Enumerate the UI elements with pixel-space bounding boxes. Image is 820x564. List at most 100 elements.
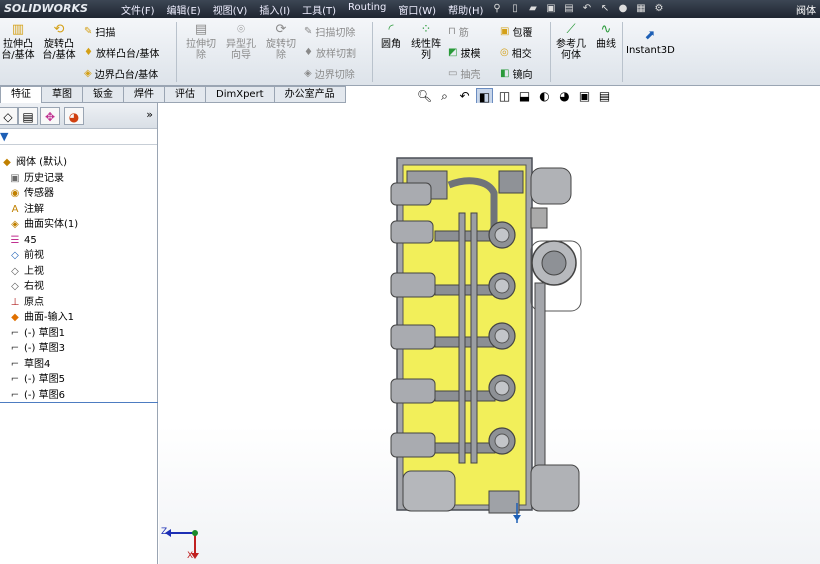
loft-cut-label: 放样切割 — [315, 49, 356, 60]
new-document-icon[interactable]: ▯ — [508, 2, 522, 16]
rebuild-icon[interactable]: ● — [616, 2, 630, 16]
zoom-to-fit-icon[interactable]: 🔍︎ — [416, 88, 433, 104]
tab-dimxpert[interactable]: DimXpert — [206, 86, 275, 103]
pin-icon[interactable]: ⚲ — [490, 2, 504, 16]
expand-panel-icon[interactable]: » — [146, 108, 153, 121]
tree-item-sensors[interactable]: ◉ 传感器 — [8, 186, 54, 201]
zoom-to-area-icon[interactable]: ⌕ — [436, 88, 453, 104]
tree-item-label: (-) 草图1 — [24, 328, 65, 339]
fillet-button[interactable]: ◜ 圆角 — [376, 22, 406, 50]
wrap-label: 包覆 — [512, 28, 533, 39]
sketch-icon: ⌐ — [10, 390, 20, 401]
apply-scene-icon[interactable]: ▣ — [576, 88, 593, 104]
hole-wizard-button[interactable]: ⌾ 异型孔向导 — [222, 22, 260, 61]
sweep-cut-label: 扫描切除 — [315, 28, 356, 39]
select-icon[interactable]: ↖ — [598, 2, 612, 16]
menu-tools[interactable]: 工具(T) — [296, 2, 342, 17]
section-view-icon[interactable]: ◧ — [476, 88, 493, 104]
tree-item-top-plane[interactable]: ◇ 上视 — [8, 264, 44, 279]
loft-boss-button[interactable]: ♦ 放样凸台/基体 — [84, 45, 159, 60]
tab-sheet-metal[interactable]: 钣金 — [83, 86, 124, 103]
title-bar: SOLIDWORKS 文件(F) 编辑(E) 视图(V) 插入(I) 工具(T)… — [0, 0, 820, 18]
options-icon[interactable]: ⚙ — [652, 2, 666, 16]
boundary-cut-icon: ◈ — [304, 68, 312, 79]
tab-weldments[interactable]: 焊件 — [124, 86, 165, 103]
tree-item-label: 传感器 — [24, 188, 54, 199]
tab-evaluate[interactable]: 评估 — [165, 86, 206, 103]
open-icon[interactable]: ▰ — [526, 2, 540, 16]
tab-office-products[interactable]: 办公室产品 — [274, 86, 346, 103]
tree-item-sketch6[interactable]: ⌐ (-) 草图6 — [8, 388, 65, 403]
shell-button[interactable]: ▭ 抽壳 — [448, 66, 480, 81]
display-style-icon[interactable]: ⬓ — [516, 88, 533, 104]
triad-z-label: Z — [161, 527, 168, 537]
tree-item-right-plane[interactable]: ◇ 右视 — [8, 279, 44, 294]
menu-help[interactable]: 帮助(H) — [442, 2, 489, 17]
view-settings-icon[interactable]: ▤ — [596, 88, 613, 104]
tree-item-annotations[interactable]: A 注解 — [8, 202, 44, 217]
print-icon[interactable]: ▤ — [562, 2, 576, 16]
menu-view[interactable]: 视图(V) — [207, 2, 254, 17]
extrude-boss-button[interactable]: ▥ 拉伸凸台/基体 — [0, 22, 36, 61]
graphics-area[interactable]: Z X — [159, 103, 820, 564]
property-manager-icon[interactable]: ▤ — [18, 107, 38, 125]
save-icon[interactable]: ▣ — [544, 2, 558, 16]
tree-item-sketch5[interactable]: ⌐ (-) 草图5 — [8, 372, 65, 387]
draft-button[interactable]: ◩ 拔模 — [448, 45, 480, 60]
instant3d-button[interactable]: ⬈ Instant3D — [626, 28, 675, 56]
menu-routing[interactable]: Routing — [342, 2, 392, 17]
file-properties-icon[interactable]: ▦ — [634, 2, 648, 16]
sweep-cut-button[interactable]: ✎ 扫描切除 — [304, 24, 355, 39]
curves-button[interactable]: ∿ 曲线 — [592, 22, 620, 50]
feature-manager-icon[interactable]: ◇ — [0, 107, 18, 125]
sweep-icon: ✎ — [84, 26, 93, 37]
menu-window[interactable]: 窗口(W) — [392, 2, 442, 17]
wrap-button[interactable]: ▣ 包覆 — [500, 24, 532, 39]
extrude-cut-button[interactable]: ▤ 拉伸切除 — [182, 22, 220, 61]
boundary-boss-button[interactable]: ◈ 边界凸台/基体 — [84, 66, 158, 81]
tree-item-label: (-) 草图5 — [24, 374, 65, 385]
revolve-boss-button[interactable]: ⟲ 旋转凸台/基体 — [40, 22, 78, 61]
tree-item-front-plane[interactable]: ◇ 前视 — [8, 248, 44, 263]
tree-root[interactable]: ◆ 阀体 (默认) — [0, 155, 67, 170]
tree-item-origin[interactable]: ⊥ 原点 — [8, 295, 44, 310]
tree-item-material[interactable]: ☰ 45 — [8, 233, 37, 248]
sweep-button[interactable]: ✎ 扫描 — [84, 24, 115, 39]
linear-pattern-button[interactable]: ⁘ 线性阵列 — [408, 22, 444, 61]
menu-insert[interactable]: 插入(I) — [253, 2, 296, 17]
loft-cut-button[interactable]: ♦ 放样切割 — [304, 45, 356, 60]
tree-item-sketch1[interactable]: ⌐ (-) 草图1 — [8, 326, 65, 341]
tree-item-history[interactable]: ▣ 历史记录 — [8, 171, 64, 186]
annotations-icon: A — [11, 204, 19, 215]
undo-icon[interactable]: ↶ — [580, 2, 594, 16]
mirror-icon: ◧ — [500, 68, 510, 79]
tree-item-surface-bodies[interactable]: ◈ 曲面实体(1) — [8, 217, 78, 232]
previous-view-icon[interactable]: ↶ — [456, 88, 473, 104]
revolve-cut-button[interactable]: ⟳ 旋转切除 — [262, 22, 300, 61]
tree-item-sketch4[interactable]: ⌐ 草图4 — [8, 357, 51, 372]
display-manager-icon[interactable]: ◕ — [64, 107, 84, 125]
boundary-cut-button[interactable]: ◈ 边界切除 — [304, 66, 355, 81]
mirror-button[interactable]: ◧ 镜向 — [500, 66, 532, 81]
extrude-boss-label: 拉伸凸台/基体 — [1, 39, 35, 61]
rib-button[interactable]: ⊓ 筋 — [448, 24, 469, 39]
edit-appearance-icon[interactable]: ◕ — [556, 88, 573, 104]
tab-sketch[interactable]: 草图 — [42, 86, 83, 103]
tab-features[interactable]: 特征 — [0, 86, 42, 103]
tree-filter-bar[interactable]: ▼ — [0, 129, 157, 145]
filter-icon[interactable]: ▼ — [0, 130, 8, 143]
hide-show-items-icon[interactable]: ◐ — [536, 88, 553, 104]
tree-item-surface-import[interactable]: ◆ 曲面-输入1 — [8, 310, 74, 325]
menu-edit[interactable]: 编辑(E) — [161, 2, 207, 17]
loft-boss-label: 放样凸台/基体 — [95, 49, 160, 60]
intersect-label: 相交 — [511, 49, 532, 60]
menu-file[interactable]: 文件(F) — [115, 2, 161, 17]
material-icon: ☰ — [10, 235, 20, 246]
tree-item-label: 注解 — [24, 204, 44, 215]
intersect-button[interactable]: ◎ 相交 — [500, 45, 532, 60]
sketch-icon: ⌐ — [10, 343, 20, 354]
tree-item-sketch3[interactable]: ⌐ (-) 草图3 — [8, 341, 65, 356]
reference-geometry-button[interactable]: ⟋ 参考几何体 — [554, 22, 588, 61]
view-orientation-icon[interactable]: ◫ — [496, 88, 513, 104]
configuration-manager-icon[interactable]: ✥ — [40, 107, 60, 125]
